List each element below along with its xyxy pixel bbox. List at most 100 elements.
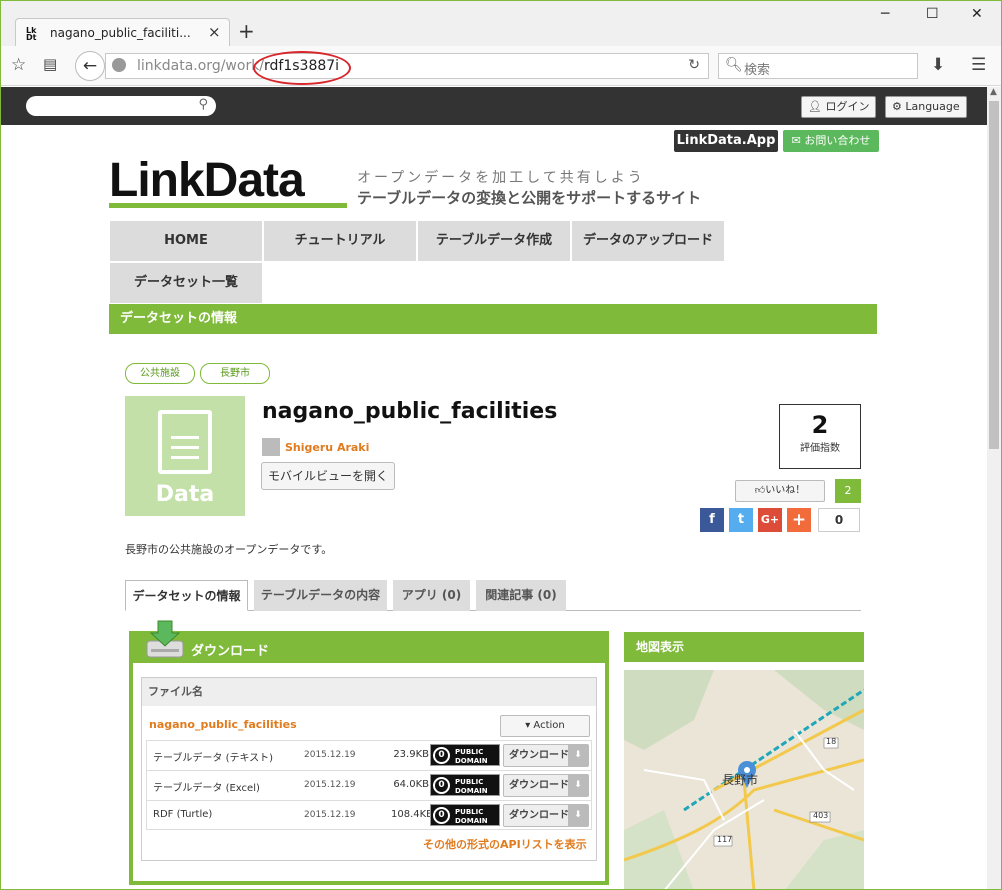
file-size: 64.0KB	[393, 779, 429, 790]
download-arrow-icon: ⬇	[568, 805, 588, 826]
site-search-input[interactable]: ⚲	[26, 96, 216, 116]
maximize-icon[interactable]: ☐	[926, 6, 939, 22]
bookmark-star-icon[interactable]: ☆	[11, 55, 26, 75]
file-date: 2015.12.19	[304, 780, 356, 790]
cc-zero-icon: 0	[433, 747, 450, 764]
like-count: 2	[835, 479, 861, 503]
google-plus-icon[interactable]: G+	[758, 508, 782, 532]
search-placeholder: 検索	[744, 63, 771, 78]
table-row: テーブルデータ (Excel) 2015.12.19 64.0KB 0 PUBLI…	[147, 771, 591, 801]
route-label: 403	[813, 811, 829, 820]
file-size: 23.9KB	[393, 749, 429, 760]
public-domain-badge[interactable]: 0 PUBLIC DOMAIN	[430, 774, 500, 796]
browser-window: Lk Dt nagano_public_faciliti... × + ─ ☐ ✕…	[0, 0, 1002, 890]
download-button[interactable]: ダウンロード ⬇	[503, 804, 589, 827]
browser-search-box[interactable]: 🔍︎ 検索	[718, 53, 918, 79]
back-button-icon[interactable]: ←	[75, 51, 105, 81]
address-bar[interactable]: linkdata.org/work/rdf1s3887i ↻	[105, 53, 709, 79]
file-date: 2015.12.19	[304, 810, 356, 820]
search-icon: 🔍︎	[725, 57, 743, 73]
scroll-up-icon[interactable]: ▲	[990, 87, 997, 97]
route-label: 117	[717, 835, 733, 844]
tab-table-content[interactable]: テーブルデータの内容	[254, 580, 387, 611]
thumbnail-label: Data	[155, 482, 215, 507]
menu-hamburger-icon[interactable]: ☰	[971, 55, 986, 75]
score-box: 2 評価指数	[779, 404, 861, 469]
download-arrow-icon: ⬇	[568, 775, 588, 796]
file-format: RDF (Turtle)	[153, 809, 213, 820]
reload-icon[interactable]: ↻	[688, 57, 700, 73]
contact-button[interactable]: ✉ お問い合わせ	[783, 130, 879, 152]
tagline: オープンデータを加工して共有しよう	[357, 170, 645, 186]
like-button[interactable]: 👍︎いいね！	[735, 480, 825, 502]
file-table: ファイル名 nagano_public_facilities ▾ Action …	[141, 677, 597, 861]
login-button[interactable]: 👤︎ ログイン	[801, 96, 877, 118]
facebook-icon[interactable]: f	[700, 508, 724, 532]
site-top-bar: ⚲ 👤︎ ログイン ⚙ Language	[1, 87, 987, 125]
menu-upload[interactable]: データのアップロード	[572, 221, 724, 261]
file-date: 2015.12.19	[304, 750, 356, 760]
public-domain-badge[interactable]: 0 PUBLIC DOMAIN	[430, 744, 500, 766]
file-table-header: ファイル名	[142, 678, 596, 706]
action-dropdown[interactable]: ▾ Action	[500, 715, 590, 737]
browser-tab[interactable]: Lk Dt nagano_public_faciliti... ×	[15, 18, 230, 48]
download-drive-icon	[146, 620, 184, 658]
file-format: テーブルデータ (Excel)	[153, 783, 260, 794]
close-tab-icon[interactable]: ×	[208, 23, 221, 41]
dataset-title: nagano_public_facilities	[262, 399, 558, 424]
reader-view-icon[interactable]: ▤	[43, 55, 57, 73]
file-format: テーブルデータ (テキスト)	[153, 753, 274, 764]
public-domain-badge[interactable]: 0 PUBLIC DOMAIN	[430, 804, 500, 826]
table-row: RDF (Turtle) 2015.12.19 108.4KB 0 PUBLIC D…	[147, 801, 591, 831]
linkdata-favicon-icon: Lk Dt	[26, 26, 37, 42]
author-link[interactable]: Shigeru Araki	[285, 441, 369, 454]
menu-tutorial[interactable]: チュートリアル	[264, 221, 416, 261]
red-annotation-circle	[253, 51, 351, 85]
language-button[interactable]: ⚙ Language	[885, 96, 967, 118]
navigation-bar: ☆ ▤ ← linkdata.org/work/rdf1s3887i ↻ 🔍︎ …	[1, 46, 1001, 86]
map-view[interactable]: 長野市 18 117 403	[624, 670, 864, 889]
file-size: 108.4KB	[391, 809, 434, 820]
linkdata-app-button[interactable]: LinkData.App	[674, 130, 778, 152]
tab-articles[interactable]: 関連記事 (0)	[476, 580, 566, 611]
section-title: データセットの情報	[109, 304, 877, 334]
download-button[interactable]: ダウンロード ⬇	[503, 774, 589, 797]
map-place-label: 長野市	[722, 773, 759, 787]
author-avatar-icon	[262, 438, 280, 456]
web-page: ⚲ 👤︎ ログイン ⚙ Language LinkData.App ✉ お問い合…	[1, 87, 987, 889]
route-label: 18	[826, 737, 837, 746]
table-row: テーブルデータ (テキスト) 2015.12.19 23.9KB 0 PUBLIC…	[147, 741, 591, 771]
download-button[interactable]: ダウンロード ⬇	[503, 744, 589, 767]
dataset-thumbnail: Data	[125, 396, 245, 516]
download-panel: ダウンロード ファイル名 nagano_public_facilities ▾ …	[129, 620, 609, 885]
tab-title: nagano_public_faciliti...	[50, 26, 191, 40]
scroll-thumb[interactable]	[989, 101, 999, 449]
tag-chip[interactable]: 長野市	[200, 363, 270, 384]
linkdata-logo[interactable]: LinkData	[109, 153, 305, 208]
download-icon[interactable]: ⬇	[931, 55, 945, 75]
cc-zero-icon: 0	[433, 777, 450, 794]
cc-zero-icon: 0	[433, 807, 450, 824]
file-name: nagano_public_facilities	[149, 718, 297, 731]
api-list-link[interactable]: その他の形式のAPIリストを表示	[423, 836, 587, 852]
close-window-icon[interactable]: ✕	[971, 6, 983, 22]
twitter-icon[interactable]: t	[729, 508, 753, 532]
minimize-icon[interactable]: ─	[881, 6, 889, 22]
score-value: 2	[811, 411, 829, 439]
mobile-view-button[interactable]: モバイルビューを開く	[261, 462, 395, 490]
download-arrow-icon: ⬇	[568, 745, 588, 766]
menu-home[interactable]: HOME	[110, 221, 262, 261]
tag-chip[interactable]: 公共施設	[125, 363, 195, 384]
download-header: ダウンロード	[133, 620, 605, 663]
tab-dataset-info[interactable]: データセットの情報	[125, 580, 248, 611]
menu-table-create[interactable]: テーブルデータ作成	[418, 221, 570, 261]
globe-icon	[112, 58, 126, 72]
search-icon: ⚲	[198, 97, 208, 112]
new-tab-icon[interactable]: +	[238, 19, 255, 43]
page-scrollbar[interactable]: ▲	[987, 87, 1001, 889]
share-plus-icon[interactable]: +	[787, 508, 811, 532]
menu-dataset-list[interactable]: データセット一覧	[110, 263, 262, 303]
download-heading: ダウンロード	[191, 644, 270, 659]
title-bar: Lk Dt nagano_public_faciliti... × + ─ ☐ ✕	[1, 1, 1001, 48]
tab-apps[interactable]: アプリ (0)	[393, 580, 470, 611]
